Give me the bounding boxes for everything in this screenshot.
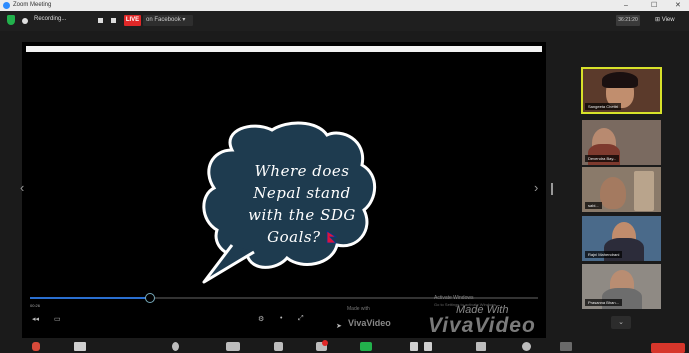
volume-icon[interactable]: • <box>280 315 282 322</box>
video-progress-knob[interactable] <box>145 293 155 303</box>
previous-page-arrow-icon[interactable]: ‹ <box>20 180 24 195</box>
nepal-flag-icon <box>326 230 337 244</box>
security-shield-icon[interactable] <box>7 15 15 25</box>
chat-badge <box>322 340 328 346</box>
participant-tile[interactable]: sabi... <box>582 167 661 212</box>
participant-background <box>634 171 654 211</box>
apps-icon[interactable] <box>476 342 486 351</box>
pause-recording-icon[interactable] <box>98 18 103 23</box>
window-title: Zoom Meeting <box>13 2 52 8</box>
whiteboard-icon[interactable] <box>522 342 531 351</box>
speech-bubble-tail <box>202 244 255 284</box>
meeting-controls-bar <box>0 340 689 353</box>
security-icon[interactable] <box>172 342 179 351</box>
slide-line-3: with the SDG <box>248 206 356 224</box>
window-titlebar: Zoom Meeting – ☐ ✕ <box>0 0 689 11</box>
participant-name: sabi... <box>585 202 602 209</box>
rewind-icon[interactable]: ◂◂ <box>32 315 39 323</box>
view-button[interactable]: ⊞ View <box>655 16 675 23</box>
shared-screen[interactable]: Where does Nepal stand with the SDG Goal… <box>20 42 546 338</box>
activate-windows-title: Activate Windows <box>434 295 474 301</box>
video-progress-remaining[interactable] <box>150 297 538 299</box>
next-page-arrow-icon[interactable]: › <box>534 180 538 195</box>
slide-line-2: Nepal stand <box>253 184 351 202</box>
panel-splitter-handle[interactable] <box>551 183 553 195</box>
made-with-watermark-small: Made with <box>347 306 370 312</box>
maximize-icon[interactable]: ☐ <box>651 0 657 11</box>
grid-icon: ⊞ <box>655 17 661 23</box>
participant-video <box>600 177 626 209</box>
participant-name: Prasanna Bhan... <box>585 299 622 306</box>
live-badge[interactable]: LIVE <box>124 15 141 26</box>
stop-recording-icon[interactable] <box>111 18 116 23</box>
participants-icon[interactable] <box>226 342 240 351</box>
fullscreen-icon[interactable]: ⤢ <box>298 315 304 323</box>
video-progress-played[interactable] <box>30 297 150 299</box>
recording-label: Recording... <box>34 16 67 22</box>
participant-tile[interactable]: Sangeeta Chettri <box>581 67 662 114</box>
participant-name: Rajni Mahendrani <box>585 251 623 258</box>
shared-window-bar <box>26 46 542 52</box>
close-icon[interactable]: ✕ <box>675 0 681 11</box>
leave-button[interactable] <box>651 343 685 353</box>
scroll-down-chevron-icon[interactable]: ⌄ <box>611 316 631 329</box>
live-destination-dropdown[interactable]: on Facebook ▾ <box>143 15 193 26</box>
vivavideo-watermark-small: VivaVideo <box>348 318 391 328</box>
slide-line-4: Goals? <box>227 226 377 248</box>
meeting-topbar: Recording... LIVE on Facebook ▾ 36:21:20… <box>0 11 689 31</box>
zoom-logo-icon <box>3 2 10 9</box>
mute-mic-icon[interactable] <box>32 342 40 351</box>
mouse-cursor-icon: ➤ <box>336 323 342 330</box>
recording-icon <box>22 18 28 24</box>
meeting-timer: 36:21:20 <box>616 15 640 26</box>
slide-line-1: Where does <box>254 162 350 180</box>
participant-name: Devendra Bay... <box>585 155 620 162</box>
subtitles-icon[interactable]: ▭ <box>54 315 61 323</box>
participant-name: Sangeeta Chettri <box>585 103 622 110</box>
slide-line-4-text: Goals? <box>267 228 321 246</box>
settings-icon[interactable]: ⚙ <box>258 315 264 323</box>
minimize-icon[interactable]: – <box>624 0 628 11</box>
view-label: View <box>661 17 675 23</box>
slide-title: Where does Nepal stand with the SDG Goal… <box>227 160 377 248</box>
participant-tile[interactable]: Rajni Mahendrani <box>582 216 661 261</box>
record-icon[interactable] <box>410 342 418 351</box>
thumbs-up-icon[interactable] <box>274 342 283 351</box>
share-screen-icon[interactable] <box>360 342 372 351</box>
vivavideo-watermark-large: VivaVideo <box>428 314 536 337</box>
participant-tile[interactable]: Devendra Bay... <box>582 120 661 165</box>
video-timecode: 00:26 <box>30 303 41 308</box>
participant-hair <box>602 72 638 88</box>
breakout-rooms-icon[interactable] <box>424 342 432 351</box>
participant-tile[interactable]: Prasanna Bhan... <box>582 264 661 309</box>
more-icon[interactable] <box>560 342 572 351</box>
video-camera-icon[interactable] <box>74 342 86 351</box>
